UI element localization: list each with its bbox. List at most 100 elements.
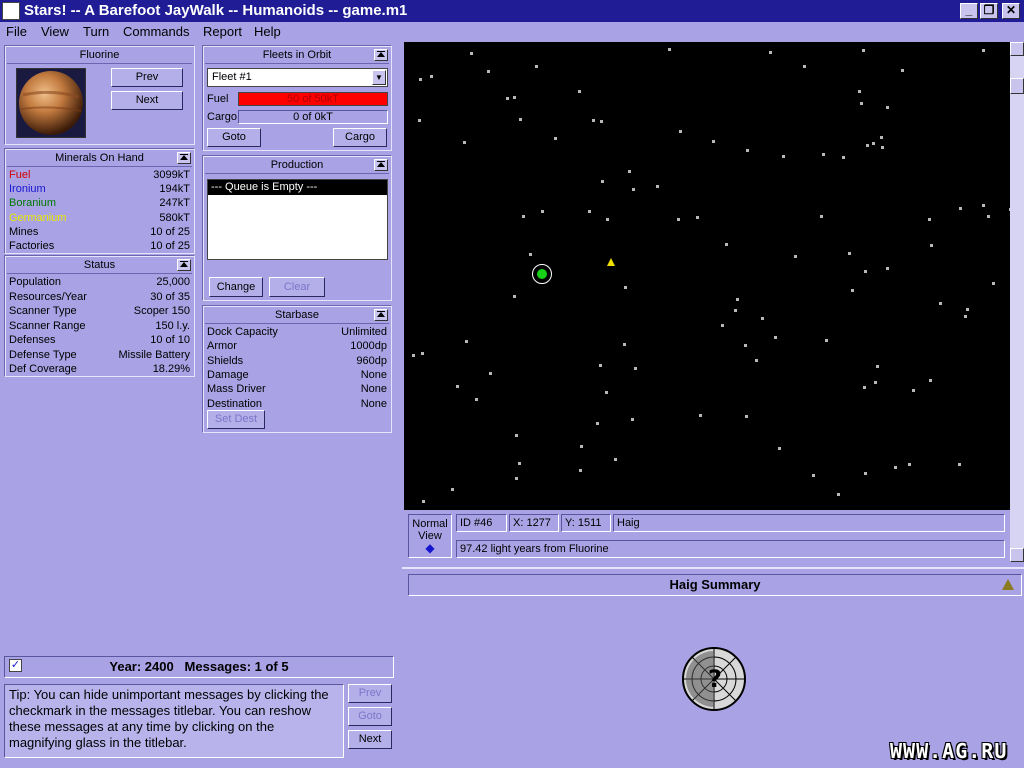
collapse-minerals-button[interactable]	[177, 152, 191, 164]
view-mode-box[interactable]: Normal View ◆	[408, 514, 452, 558]
app-icon[interactable]	[2, 2, 20, 20]
star[interactable]	[463, 141, 466, 144]
star[interactable]	[746, 149, 749, 152]
star[interactable]	[862, 49, 865, 52]
collapse-status-button[interactable]	[177, 259, 191, 271]
star[interactable]	[987, 215, 990, 218]
star[interactable]	[465, 340, 468, 343]
star[interactable]	[939, 302, 942, 305]
star[interactable]	[519, 118, 522, 121]
star[interactable]	[848, 252, 851, 255]
production-queue[interactable]: --- Queue is Empty ---	[207, 179, 388, 260]
star[interactable]	[470, 52, 473, 55]
star[interactable]	[803, 65, 806, 68]
star[interactable]	[487, 70, 490, 73]
queue-empty-item[interactable]: --- Queue is Empty ---	[208, 180, 387, 195]
restore-button[interactable]: ❐	[980, 3, 998, 19]
star[interactable]	[778, 447, 781, 450]
star[interactable]	[579, 469, 582, 472]
collapse-fleets-button[interactable]	[374, 49, 388, 61]
cargo-button[interactable]: Cargo	[333, 128, 387, 147]
message-prev-button[interactable]: Prev	[348, 684, 392, 703]
star[interactable]	[599, 364, 602, 367]
star[interactable]	[886, 106, 889, 109]
minimize-button[interactable]: _	[960, 3, 978, 19]
star[interactable]	[901, 69, 904, 72]
star[interactable]	[699, 414, 702, 417]
close-button[interactable]: ✕	[1002, 3, 1020, 19]
collapse-starbase-button[interactable]	[374, 309, 388, 321]
star[interactable]	[958, 463, 961, 466]
star[interactable]	[966, 308, 969, 311]
star[interactable]	[656, 185, 659, 188]
menu-help[interactable]: Help	[254, 24, 281, 39]
star[interactable]	[712, 140, 715, 143]
star[interactable]	[522, 215, 525, 218]
star[interactable]	[982, 49, 985, 52]
star[interactable]	[872, 142, 875, 145]
star[interactable]	[769, 51, 772, 54]
star[interactable]	[600, 120, 603, 123]
star[interactable]	[866, 144, 869, 147]
star[interactable]	[634, 367, 637, 370]
star[interactable]	[451, 488, 454, 491]
star[interactable]	[535, 65, 538, 68]
star[interactable]	[541, 210, 544, 213]
star[interactable]	[912, 389, 915, 392]
star[interactable]	[606, 218, 609, 221]
star[interactable]	[930, 244, 933, 247]
message-next-button[interactable]: Next	[348, 730, 392, 749]
star[interactable]	[623, 343, 626, 346]
star[interactable]	[421, 352, 424, 355]
star[interactable]	[736, 298, 739, 301]
star[interactable]	[588, 210, 591, 213]
set-dest-button[interactable]: Set Dest	[207, 410, 265, 429]
star[interactable]	[734, 309, 737, 312]
star[interactable]	[430, 75, 433, 78]
star[interactable]	[578, 90, 581, 93]
star[interactable]	[489, 372, 492, 375]
star[interactable]	[529, 253, 532, 256]
star[interactable]	[881, 146, 884, 149]
next-planet-button[interactable]: Next	[111, 91, 183, 110]
star[interactable]	[725, 243, 728, 246]
star[interactable]	[874, 381, 877, 384]
star[interactable]	[812, 474, 815, 477]
star[interactable]	[929, 379, 932, 382]
star[interactable]	[554, 137, 557, 140]
menu-file[interactable]: File	[6, 24, 27, 39]
chevron-down-icon[interactable]: ▼	[372, 70, 386, 85]
star[interactable]	[605, 391, 608, 394]
star[interactable]	[825, 339, 828, 342]
star[interactable]	[755, 359, 758, 362]
star[interactable]	[964, 315, 967, 318]
star[interactable]	[515, 434, 518, 437]
star[interactable]	[837, 493, 840, 496]
fleet-marker-icon[interactable]	[607, 258, 615, 266]
star[interactable]	[876, 365, 879, 368]
star[interactable]	[851, 289, 854, 292]
star[interactable]	[982, 204, 985, 207]
fleet-select[interactable]: Fleet #1 ▼	[207, 68, 388, 87]
star[interactable]	[592, 119, 595, 122]
star[interactable]	[596, 422, 599, 425]
star[interactable]	[679, 130, 682, 133]
star[interactable]	[794, 255, 797, 258]
scroll-down-icon[interactable]	[1010, 548, 1024, 562]
star-map[interactable]	[404, 42, 1010, 510]
change-production-button[interactable]: Change	[209, 277, 263, 297]
star[interactable]	[959, 207, 962, 210]
scroll-thumb[interactable]	[1010, 78, 1024, 94]
star[interactable]	[422, 500, 425, 503]
star[interactable]	[745, 415, 748, 418]
menu-commands[interactable]: Commands	[123, 24, 189, 39]
star[interactable]	[624, 286, 627, 289]
star[interactable]	[886, 267, 889, 270]
star[interactable]	[412, 354, 415, 357]
star[interactable]	[419, 78, 422, 81]
star[interactable]	[820, 215, 823, 218]
star[interactable]	[515, 477, 518, 480]
star[interactable]	[880, 136, 883, 139]
star[interactable]	[864, 270, 867, 273]
star[interactable]	[928, 218, 931, 221]
